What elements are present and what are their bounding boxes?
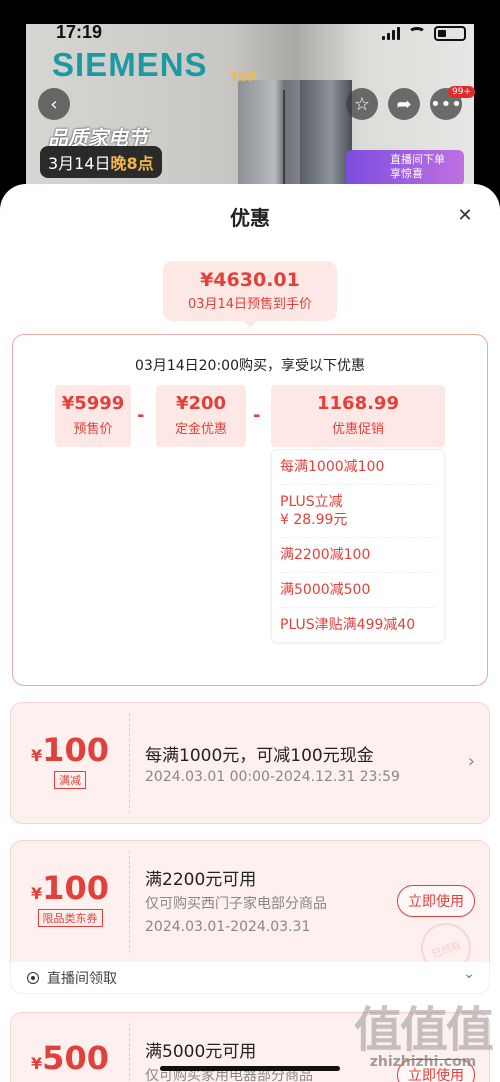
battery-icon — [434, 26, 466, 41]
deposit-discount-box: ¥200 定金优惠 — [156, 385, 246, 447]
final-price-bubble: ¥4630.01 03月14日预售到手价 — [163, 261, 337, 328]
price-calculation-box: 03月14日20:00购买，享受以下优惠 ¥5999 预售价 - ¥200 定金… — [12, 334, 488, 686]
coupon-tag: 满减 — [54, 771, 86, 789]
chevron-down-icon[interactable]: ⌄ — [463, 966, 475, 982]
promo-item: 满5000减500 — [280, 573, 436, 608]
coupon-amount-value: 100 — [42, 731, 109, 769]
promotion-total-box: 1168.99 优惠促销 — [271, 385, 445, 447]
deposit-discount-label: 定金优惠 — [174, 422, 227, 437]
coupon-title: 满2200元可用 — [145, 870, 257, 890]
final-price-desc: 03月14日预售到手价 — [187, 297, 313, 312]
share-button[interactable]: ➦ — [388, 88, 420, 120]
watermark-url: zhizhizhi.com — [369, 1054, 477, 1070]
promo-item: 每满1000减100 — [280, 450, 436, 485]
promotion-total-value: 1168.99 — [317, 393, 399, 414]
minus-operator: - — [253, 405, 261, 426]
coupon-amount: ¥100 — [11, 869, 129, 907]
coupon-card[interactable]: ¥100 满减 每满1000元，可减100元现金 2024.03.01 00:0… — [10, 702, 490, 824]
promotion-list: 每满1000减100 PLUS立减 ¥ 28.99元 满2200减100 满50… — [271, 449, 445, 643]
coupon-amount-area: ¥100 满减 — [11, 731, 129, 789]
coupon-period: 2024.03.01-2024.03.31 — [145, 919, 311, 935]
wifi-icon — [408, 27, 426, 40]
coupon-amount-value: 100 — [42, 869, 109, 907]
favorite-button[interactable]: ☆ — [346, 88, 378, 120]
coupon-divider — [129, 851, 130, 953]
discount-sheet: 优惠 ✕ ¥4630.01 03月14日预售到手价 03月14日20:00购买，… — [0, 184, 500, 1082]
coupon-title: 满5000元可用 — [145, 1042, 257, 1062]
coupon-amount-area: ¥500 — [11, 1039, 129, 1077]
coupon-period: 2024.03.01 00:00-2024.12.31 23:59 — [145, 769, 400, 785]
final-price-amount: ¥4630.01 — [200, 269, 300, 291]
status-time: 17:19 — [56, 22, 103, 42]
top-badge: TOP — [230, 70, 258, 84]
coupon-currency: ¥ — [31, 746, 43, 765]
status-icons — [382, 26, 466, 41]
coupon-card[interactable]: ¥100 限品类东券 满2200元可用 仅可购买西门子家电部分商品 2024.0… — [10, 840, 490, 964]
promo-item: PLUS立减 ¥ 28.99元 — [280, 485, 436, 538]
star-icon: ☆ — [353, 93, 371, 115]
signal-icon — [382, 27, 400, 40]
close-button[interactable]: ✕ — [454, 204, 476, 226]
chevron-right-icon[interactable]: › — [468, 751, 475, 772]
promo-item: 满2200减100 — [280, 538, 436, 573]
site-watermark: 值值值 zhizhizhi.com — [353, 990, 494, 1070]
watermark-logo: 值值值 — [353, 1002, 494, 1058]
date-prefix: 3月14日 — [48, 154, 111, 173]
coupon-amount-value: 500 — [42, 1039, 109, 1077]
cart-badge: 99+ — [448, 86, 475, 98]
live-line-2: 享惊喜 — [390, 167, 423, 180]
home-indicator[interactable] — [160, 1066, 340, 1071]
coupon-scope: 仅可购买西门子家电部分商品 — [145, 896, 327, 912]
close-icon: ✕ — [457, 204, 473, 226]
coupon-title: 每满1000元，可减100元现金 — [145, 746, 374, 766]
presale-price-value: ¥5999 — [61, 393, 125, 414]
coupon-tag: 限品类东券 — [37, 909, 103, 927]
minus-operator: - — [137, 405, 145, 426]
coupon-source-text: 直播间领取 — [47, 971, 117, 987]
coupon-amount: ¥500 — [11, 1039, 129, 1077]
coupon-currency: ¥ — [31, 884, 43, 903]
promo-item: PLUS津贴满499减40 — [280, 617, 416, 633]
claimed-stamp: 已领取 — [413, 915, 479, 963]
deposit-discount-value: ¥200 — [175, 393, 227, 414]
live-line-1: 直播间下单 — [390, 153, 445, 166]
calc-headline: 03月14日20:00购买，享受以下优惠 — [135, 358, 365, 374]
live-purchase-banner[interactable]: 直播间下单 享惊喜 — [346, 150, 464, 186]
coupon-divider — [129, 713, 130, 813]
share-icon: ➦ — [396, 93, 412, 115]
back-button[interactable]: ‹ — [38, 88, 70, 120]
presale-price-label: 预售价 — [73, 422, 113, 437]
sheet-title: 优惠 — [230, 206, 270, 230]
brand-logo: SIEMENS — [52, 46, 208, 83]
event-date-tag: 3月14日晚8点 — [40, 146, 162, 178]
date-highlight: 晚8点 — [110, 154, 154, 173]
coupon-currency: ¥ — [31, 1054, 43, 1073]
coupon-amount-area: ¥100 限品类东券 — [11, 869, 129, 927]
use-now-button[interactable]: 立即使用 — [397, 885, 475, 917]
live-icon — [27, 972, 39, 984]
back-chevron-icon: ‹ — [50, 93, 58, 115]
coupon-divider — [129, 1023, 130, 1082]
coupon-amount: ¥100 — [11, 731, 129, 769]
presale-price-box: ¥5999 预售价 — [55, 385, 131, 447]
promotion-total-label: 优惠促销 — [331, 422, 384, 437]
